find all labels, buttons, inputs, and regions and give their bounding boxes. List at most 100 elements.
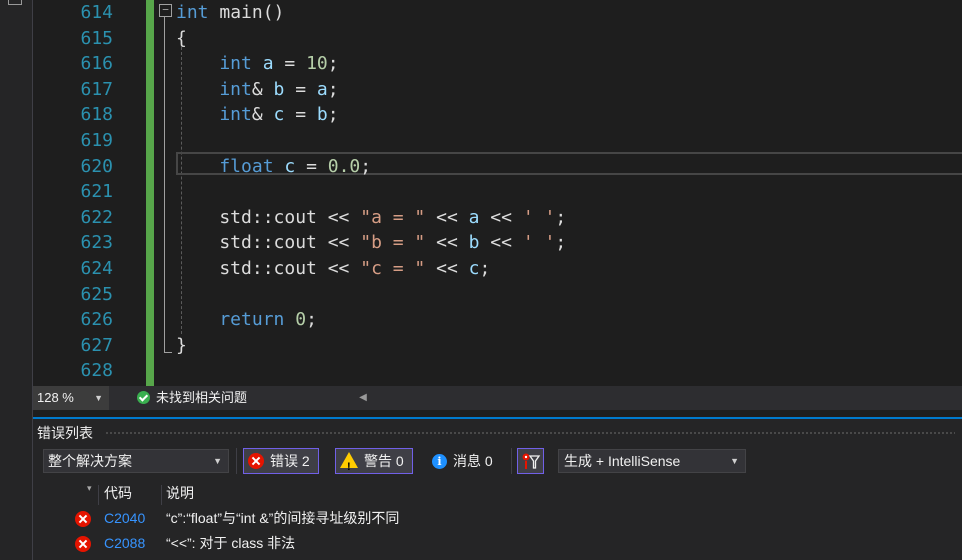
error-description: “<<”: 对于 class 非法 bbox=[166, 535, 296, 551]
code-line[interactable]: int main() bbox=[176, 0, 284, 25]
errors-count-label: 错误 2 bbox=[270, 453, 310, 469]
warnings-filter-button[interactable]: ! 警告 0 bbox=[335, 448, 413, 474]
column-divider[interactable] bbox=[161, 485, 162, 505]
code-line[interactable]: int& b = a; bbox=[176, 77, 339, 102]
toolbar-separator bbox=[511, 448, 512, 474]
code-line[interactable]: std::cout << "a = " << a << ' '; bbox=[176, 205, 566, 230]
code-token: main() bbox=[208, 2, 285, 23]
code-token: c bbox=[468, 258, 480, 279]
code-token: c bbox=[284, 155, 296, 177]
code-token: b bbox=[273, 78, 285, 100]
code-token: a bbox=[262, 53, 274, 75]
error-list-column-header: ▾ 代码 说明 bbox=[33, 481, 962, 505]
code-token: int bbox=[176, 104, 252, 126]
code-token: ; bbox=[306, 309, 317, 331]
code-token: ; bbox=[555, 206, 567, 228]
errors-filter-button[interactable]: 错误 2 bbox=[243, 448, 319, 474]
code-token: } bbox=[176, 334, 187, 356]
code-token: & bbox=[251, 104, 274, 126]
code-token: & bbox=[251, 78, 274, 100]
code-token: "c = " bbox=[360, 258, 426, 279]
messages-filter-button[interactable]: i 消息 0 bbox=[427, 448, 502, 474]
code-editor[interactable]: 614 615 616 617 618 619 620 621 622 623 624 625 626 6… bbox=[33, 0, 962, 386]
code-token: << bbox=[425, 232, 469, 254]
sort-indicator-icon[interactable]: ▾ bbox=[87, 481, 92, 495]
collapse-toggle-icon[interactable]: − bbox=[159, 4, 172, 17]
code-token: std::cout << bbox=[176, 232, 361, 254]
code-token: ' ' bbox=[522, 232, 556, 254]
code-token: int bbox=[176, 78, 252, 100]
change-tracking-margin bbox=[146, 0, 154, 386]
code-token: = bbox=[284, 104, 317, 126]
code-text-area[interactable]: int main(){ int a = 10; int& b = a; int&… bbox=[176, 0, 962, 386]
error-code[interactable]: C2040 bbox=[104, 506, 145, 531]
code-token: c bbox=[273, 104, 285, 126]
code-token: ' ' bbox=[522, 206, 556, 228]
warning-icon: ! bbox=[340, 452, 358, 473]
code-token: << bbox=[425, 258, 469, 279]
code-token: = bbox=[273, 53, 307, 75]
line-number: 616 bbox=[80, 53, 113, 75]
code-token: b bbox=[468, 232, 480, 254]
code-token: = bbox=[295, 155, 328, 177]
code-token: ; bbox=[327, 78, 339, 100]
code-token: << bbox=[479, 206, 523, 228]
error-row[interactable]: C2088 “<<”: 对于 class 非法 bbox=[33, 531, 962, 556]
error-icon bbox=[75, 536, 91, 552]
line-number: 619 bbox=[80, 130, 113, 151]
error-description: “c”:“float”与“int &”的间接寻址级别不同 bbox=[166, 510, 400, 526]
code-line[interactable]: return 0; bbox=[176, 307, 317, 332]
code-token: return bbox=[176, 309, 285, 331]
zoom-level: 128 % bbox=[37, 390, 74, 405]
code-line[interactable]: } bbox=[176, 333, 187, 358]
code-line[interactable]: int& c = b; bbox=[176, 102, 338, 127]
code-token: int bbox=[176, 2, 209, 23]
left-tool-strip bbox=[0, 0, 33, 560]
build-source-dropdown[interactable]: 生成 + IntelliSense ▼ bbox=[558, 449, 746, 473]
scroll-left-arrow-icon[interactable]: ◀ bbox=[356, 386, 370, 410]
info-icon: i bbox=[432, 453, 447, 469]
code-token: 10 bbox=[306, 53, 328, 75]
scope-dropdown[interactable]: 整个解决方案 ▼ bbox=[43, 449, 229, 473]
line-number: 622 bbox=[80, 206, 113, 228]
code-token: int bbox=[176, 53, 252, 75]
filter-funnel-icon bbox=[522, 453, 541, 469]
check-circle-icon bbox=[137, 391, 150, 405]
column-divider[interactable] bbox=[98, 485, 99, 505]
code-token: a bbox=[468, 206, 480, 228]
error-list-panel: 错误列表 整个解决方案 ▼ 错误 2 ! 警告 0 i 消息 0 生成 + Inte… bbox=[33, 419, 962, 560]
code-token: a bbox=[316, 78, 328, 100]
code-token: 0.0 bbox=[327, 155, 361, 177]
chevron-down-icon: ▼ bbox=[213, 456, 222, 466]
warnings-count-label: 警告 0 bbox=[364, 453, 404, 469]
error-code[interactable]: C2088 bbox=[104, 531, 145, 556]
filter-funnel-button[interactable] bbox=[517, 448, 544, 474]
panel-drag-grip[interactable] bbox=[105, 431, 955, 435]
outline-fold-end bbox=[164, 352, 172, 353]
line-number: 628 bbox=[80, 360, 113, 382]
line-number: 615 bbox=[80, 27, 113, 49]
code-token: = bbox=[284, 78, 317, 100]
issues-text: 未找到相关问题 bbox=[156, 390, 248, 405]
messages-count-label: 消息 0 bbox=[453, 453, 493, 469]
code-token: std::cout << bbox=[176, 206, 361, 228]
error-row[interactable]: C2040 “c”:“float”与“int &”的间接寻址级别不同 bbox=[33, 506, 962, 531]
line-number: 617 bbox=[80, 78, 113, 100]
column-header-code[interactable]: 代码 bbox=[104, 481, 132, 505]
code-line[interactable]: float c = 0.0; bbox=[176, 154, 371, 179]
code-token: "b = " bbox=[360, 232, 426, 254]
chevron-down-icon: ▼ bbox=[94, 393, 103, 403]
code-line[interactable]: std::cout << "c = " << c; bbox=[176, 256, 490, 281]
line-number-gutter: 614 615 616 617 618 619 620 621 622 623 624 625 626 6… bbox=[33, 0, 113, 386]
zoom-dropdown[interactable]: 128 % ▼ bbox=[33, 386, 109, 410]
pin-icon[interactable] bbox=[8, 0, 22, 5]
column-header-description[interactable]: 说明 bbox=[166, 481, 194, 505]
line-number: 627 bbox=[80, 334, 113, 356]
code-line[interactable]: int a = 10; bbox=[176, 51, 338, 76]
code-line[interactable]: { bbox=[176, 26, 187, 51]
issues-indicator[interactable]: 未找到相关问题 bbox=[137, 386, 247, 410]
code-line[interactable]: std::cout << "b = " << b << ' '; bbox=[176, 230, 566, 255]
